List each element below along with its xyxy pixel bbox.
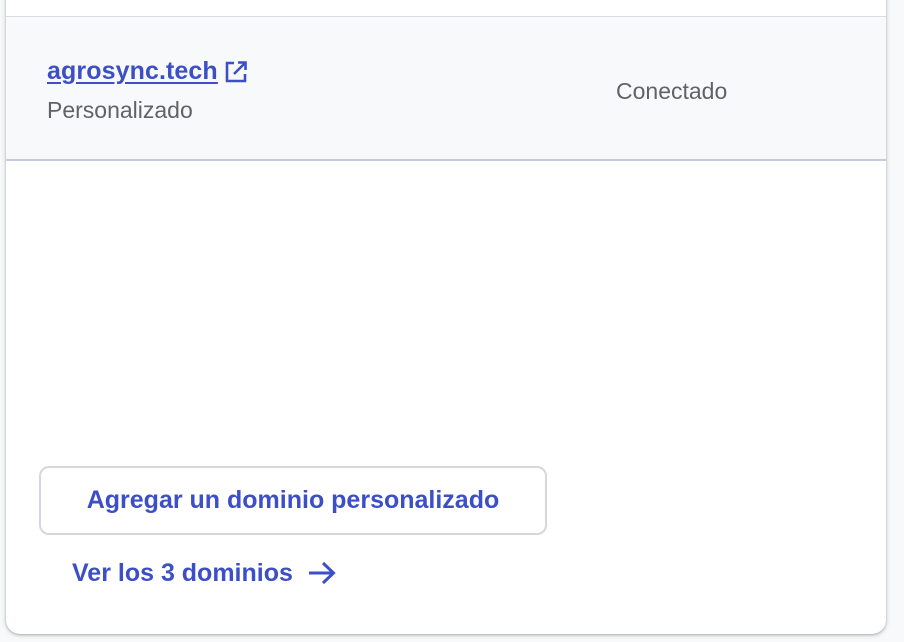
domain-row: agrosync.tech Personalizado Conectado xyxy=(6,17,886,159)
arrow-right-icon xyxy=(305,558,339,588)
divider xyxy=(6,159,886,161)
domain-type-label: Personalizado xyxy=(47,97,193,123)
domain-name-link[interactable]: agrosync.tech xyxy=(47,57,218,86)
domain-status-text: Conectado xyxy=(616,78,728,104)
add-custom-domain-button[interactable]: Agregar un dominio personalizado xyxy=(39,466,547,535)
view-all-domains-label: Ver los 3 dominios xyxy=(72,558,293,587)
view-all-domains-link[interactable]: Ver los 3 dominios xyxy=(72,558,339,588)
domains-card: agrosync.tech Personalizado Conectado Ag… xyxy=(6,0,886,634)
external-link-icon[interactable] xyxy=(223,59,249,85)
domain-link-group[interactable]: agrosync.tech xyxy=(47,57,249,86)
